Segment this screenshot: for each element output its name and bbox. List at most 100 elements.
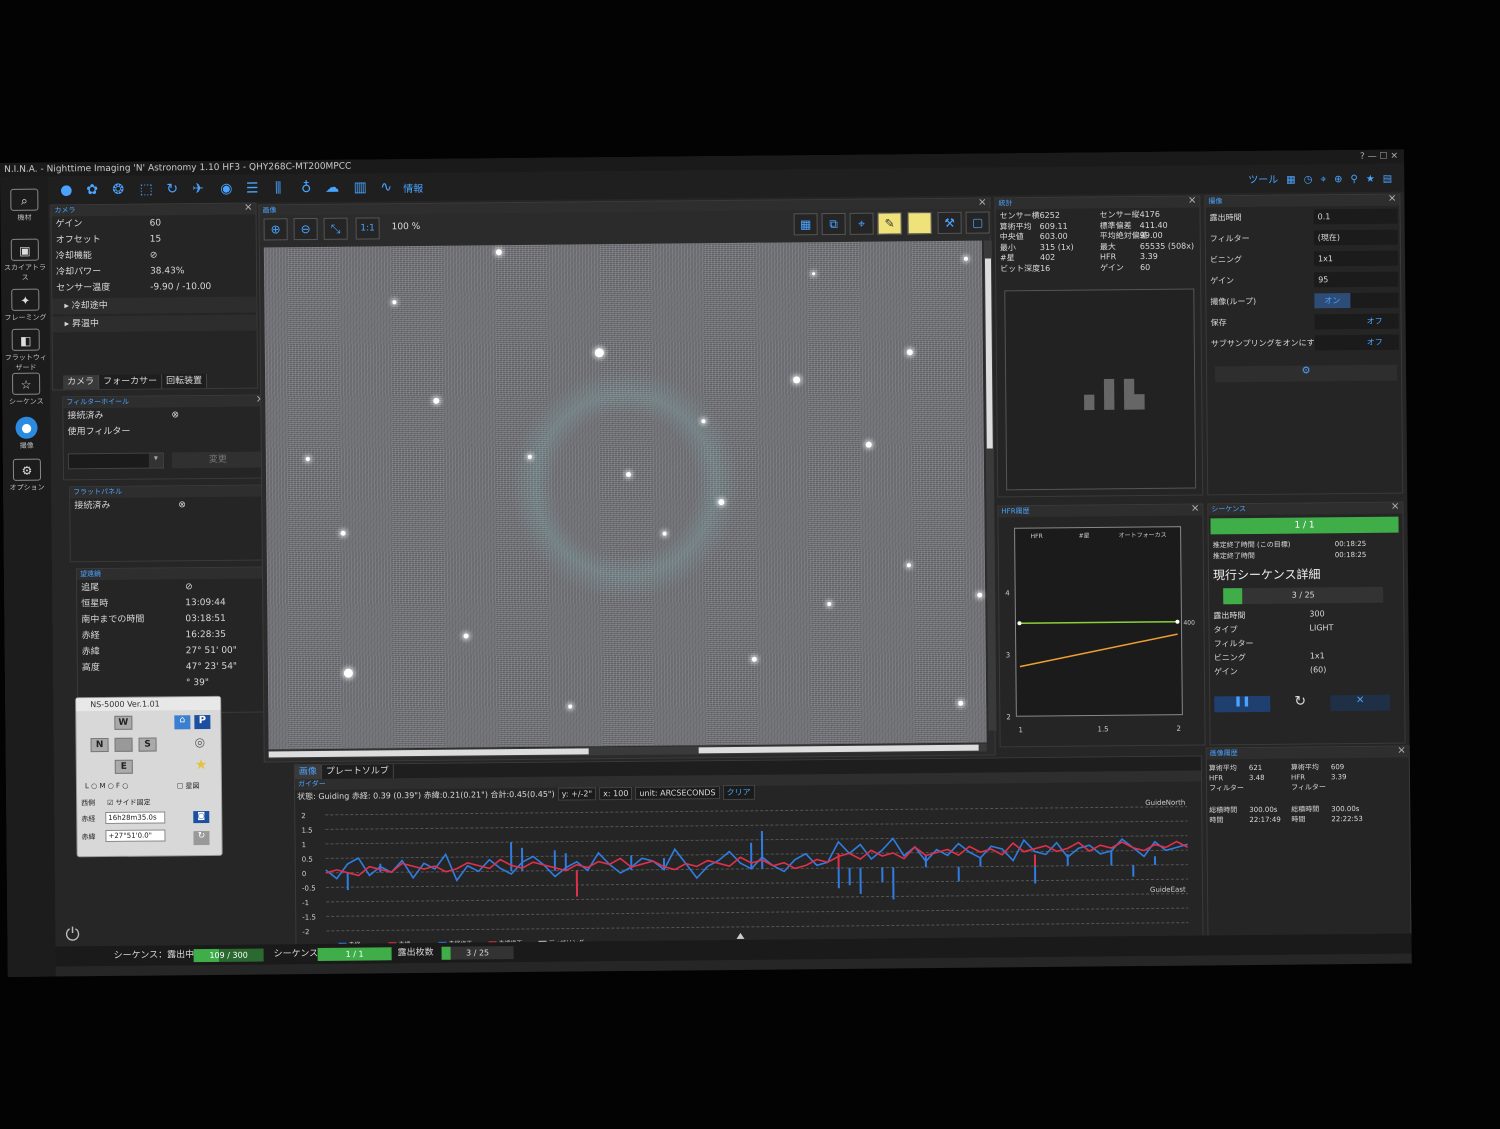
- sidebar-item-2[interactable]: ✦ フレーミング: [1, 288, 49, 323]
- warming-status[interactable]: ▸ 昇温中: [52, 314, 257, 333]
- tools-label[interactable]: ツール: [1248, 175, 1278, 186]
- south-button[interactable]: S: [138, 737, 157, 752]
- histogram-icon[interactable]: ▥: [352, 179, 368, 195]
- tab-image[interactable]: 画像: [294, 764, 322, 780]
- scrollbar-thumb-2[interactable]: [698, 744, 979, 754]
- crosshair-icon[interactable]: ⌖: [849, 212, 874, 235]
- target-icon[interactable]: ◎: [195, 735, 206, 749]
- fullscreen-icon[interactable]: ▢: [965, 211, 990, 234]
- home-icon[interactable]: ⌂: [174, 715, 191, 730]
- scrollbar-thumb[interactable]: [268, 748, 589, 758]
- sidebar-item-5[interactable]: ● 撮像: [2, 416, 50, 451]
- toggle-value[interactable]: オフ: [1356, 313, 1393, 329]
- guider-icon[interactable]: ◉: [218, 181, 234, 197]
- north-button[interactable]: N: [90, 737, 109, 753]
- close-icon[interactable]: ✕: [1188, 196, 1196, 207]
- unit-select[interactable]: unit: ARCSECONDS: [635, 786, 720, 800]
- zoom-out-icon[interactable]: ⊖: [293, 217, 318, 241]
- close-icon[interactable]: ✕: [1397, 746, 1405, 757]
- focuser-icon[interactable]: ❂: [110, 182, 126, 198]
- toggle-value[interactable]: オフ: [1356, 334, 1393, 350]
- crop-icon[interactable]: ⧉: [821, 212, 846, 236]
- weather-icon[interactable]: ☁: [324, 180, 340, 196]
- bulb-icon[interactable]: ♁: [298, 180, 314, 196]
- switch-icon[interactable]: ⫼: [270, 180, 286, 196]
- stop-button[interactable]: [114, 737, 133, 752]
- stretch-icon[interactable]: ✎: [877, 212, 902, 235]
- tab-camera[interactable]: カメラ: [63, 375, 100, 390]
- star-icon[interactable]: ★: [1366, 174, 1375, 185]
- y-scale-select[interactable]: y: +/-2": [557, 787, 597, 801]
- sidebar-item-1[interactable]: ▣ スカイアトラス: [1, 238, 49, 283]
- star-icon[interactable]: ★: [195, 757, 208, 773]
- kv-row: オフセット 15: [52, 231, 256, 249]
- capture-value-field[interactable]: 95: [1314, 271, 1399, 288]
- tab-focuser[interactable]: フォーカサー: [99, 374, 163, 390]
- fit-icon[interactable]: ⤡: [323, 217, 348, 240]
- toggle-value[interactable]: オン: [1314, 293, 1351, 309]
- east-button[interactable]: E: [114, 759, 133, 774]
- tab-platesolve[interactable]: プレートソルブ: [321, 764, 394, 779]
- frame-icon[interactable]: ⬚: [138, 182, 154, 198]
- row-label: フィルター: [1213, 638, 1254, 649]
- sidebar-item-6[interactable]: ⚙ オプション: [3, 458, 51, 493]
- annotate-icon[interactable]: [907, 212, 932, 235]
- park-button[interactable]: P: [194, 715, 211, 730]
- close-icon[interactable]: ✕: [244, 203, 252, 214]
- window-controls[interactable]: ? — ☐ ✕: [1360, 150, 1398, 164]
- speed-modes[interactable]: L ○ M ○ F ○: [85, 782, 128, 790]
- one-to-one-button[interactable]: 1:1: [355, 217, 380, 240]
- toggle-track[interactable]: オフ: [1314, 334, 1399, 351]
- target-icon[interactable]: ⌖: [1320, 174, 1326, 185]
- change-filter-button[interactable]: 変更: [171, 451, 264, 469]
- tab-rotator[interactable]: 回転装置: [162, 374, 208, 389]
- capture-start-button[interactable]: ⚙: [1215, 364, 1398, 383]
- capture-value-field[interactable]: 1x1: [1313, 250, 1399, 267]
- scrollbar-thumb[interactable]: [984, 258, 993, 449]
- ra-field[interactable]: 16h28m35.0s: [105, 811, 166, 825]
- close-icon[interactable]: ✕: [1388, 194, 1396, 205]
- sync-icon[interactable]: ↻: [193, 831, 210, 846]
- cancel-button[interactable]: ✕: [1330, 694, 1391, 712]
- star-image[interactable]: [263, 240, 987, 750]
- toggle-track[interactable]: オン: [1314, 292, 1399, 309]
- wrench-icon[interactable]: ⚒: [937, 211, 962, 235]
- close-icon[interactable]: ✕: [1191, 504, 1199, 515]
- chevron-down-icon[interactable]: ▾: [148, 453, 163, 468]
- star-0: [495, 249, 502, 256]
- filter-select[interactable]: ▾: [67, 452, 164, 470]
- close-icon[interactable]: ✕: [1391, 502, 1399, 513]
- camera-icon[interactable]: ●: [58, 182, 74, 198]
- sidebar-item-4[interactable]: ☆ シーケンス: [2, 372, 50, 407]
- pause-button[interactable]: ❚❚: [1214, 695, 1271, 713]
- grid-icon[interactable]: ▦: [1286, 175, 1296, 186]
- x-scale-select[interactable]: x: 100: [599, 786, 633, 801]
- compass-icon[interactable]: ⊕: [1334, 174, 1342, 185]
- capture-value-field[interactable]: 0.1: [1313, 208, 1398, 225]
- cooling-status[interactable]: ▸ 冷却途中: [52, 296, 257, 315]
- rotator-icon[interactable]: ↻: [164, 181, 180, 197]
- toggle-track[interactable]: オフ: [1314, 313, 1399, 330]
- telescope-icon[interactable]: ✈: [190, 181, 206, 197]
- side-lock-checkbox[interactable]: ☑ サイド固定: [107, 798, 151, 808]
- filter-wheel-icon[interactable]: ✿: [84, 182, 100, 198]
- hfr-icon[interactable]: ∿: [378, 179, 394, 195]
- grid-icon[interactable]: ▦: [793, 213, 818, 236]
- calculator-icon[interactable]: ▤: [1383, 174, 1393, 185]
- sidebar-item-3[interactable]: ◧ フラットウィザード: [2, 328, 50, 373]
- close-icon[interactable]: ✕: [978, 198, 986, 209]
- sidebar-item-0[interactable]: ⌕ 機材: [0, 188, 48, 223]
- power-icon[interactable]: ⏻: [65, 924, 79, 945]
- info-label[interactable]: 情報: [403, 180, 423, 195]
- star-map-checkbox[interactable]: ☐ 星図: [177, 781, 200, 791]
- west-button[interactable]: W: [114, 715, 133, 730]
- camera-icon[interactable]: ◙: [193, 811, 210, 824]
- dec-field[interactable]: +27°51'0.0": [105, 829, 166, 843]
- sequence-list-icon[interactable]: ☰: [244, 181, 260, 197]
- capture-value-field[interactable]: (現在): [1313, 229, 1398, 246]
- profile-name: QHY268C-MT200MPCC: [248, 161, 352, 173]
- pin-icon[interactable]: ⚲: [1350, 174, 1357, 185]
- clear-button[interactable]: クリア: [722, 784, 755, 801]
- zoom-in-icon[interactable]: ⊕: [263, 218, 288, 241]
- clock-icon[interactable]: ◷: [1304, 174, 1313, 185]
